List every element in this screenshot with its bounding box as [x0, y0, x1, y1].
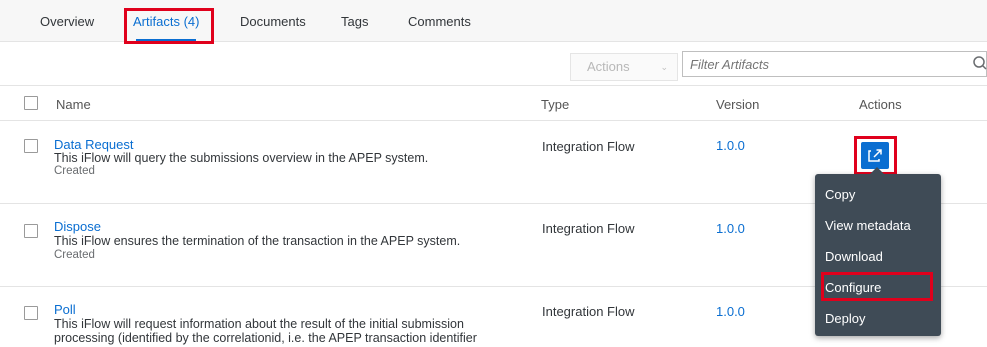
- menu-item-deploy[interactable]: Deploy: [825, 311, 865, 326]
- tab-bar: Overview Artifacts (4) Documents Tags Co…: [0, 0, 987, 42]
- column-header-name[interactable]: Name: [56, 97, 91, 112]
- artifact-version[interactable]: 1.0.0: [716, 221, 745, 236]
- table-header-top-border: [0, 85, 987, 86]
- artifact-type: Integration Flow: [542, 304, 635, 319]
- menu-item-download[interactable]: Download: [825, 249, 883, 264]
- artifact-name-link[interactable]: Dispose: [54, 219, 101, 234]
- tab-overview[interactable]: Overview: [40, 11, 94, 33]
- artifact-status: Created: [54, 249, 95, 261]
- row-actions-menu: Copy View metadata Download Configure De…: [815, 167, 941, 336]
- tab-tags[interactable]: Tags: [341, 11, 368, 33]
- column-header-type[interactable]: Type: [541, 97, 569, 112]
- row-checkbox[interactable]: [24, 306, 38, 320]
- tab-comments[interactable]: Comments: [408, 11, 471, 33]
- chevron-down-icon: ⌄: [660, 62, 668, 72]
- search-icon[interactable]: [972, 54, 987, 74]
- tab-artifacts[interactable]: Artifacts (4): [133, 11, 199, 42]
- menu-item-configure[interactable]: Configure: [825, 280, 881, 295]
- artifact-version[interactable]: 1.0.0: [716, 138, 745, 153]
- table-header-bottom-border: [0, 120, 987, 121]
- actions-dropdown[interactable]: Actions ⌄: [570, 53, 678, 81]
- artifact-description: processing (identified by the correlatio…: [54, 331, 477, 345]
- artifact-type: Integration Flow: [542, 139, 635, 154]
- row-checkbox[interactable]: [24, 139, 38, 153]
- menu-item-copy[interactable]: Copy: [825, 187, 855, 202]
- menu-item-view-metadata[interactable]: View metadata: [825, 218, 911, 233]
- tab-documents[interactable]: Documents: [240, 11, 306, 33]
- artifact-name-link[interactable]: Data Request: [54, 137, 134, 152]
- artifact-type: Integration Flow: [542, 221, 635, 236]
- artifact-description: This iFlow will query the submissions ov…: [54, 151, 429, 165]
- row-checkbox[interactable]: [24, 224, 38, 238]
- artifact-name-link[interactable]: Poll: [54, 302, 76, 317]
- artifact-description: This iFlow ensures the termination of th…: [54, 234, 461, 248]
- column-header-version[interactable]: Version: [716, 97, 759, 112]
- filter-artifacts-input[interactable]: [682, 51, 987, 77]
- artifact-version[interactable]: 1.0.0: [716, 304, 745, 319]
- select-all-checkbox[interactable]: [24, 96, 38, 110]
- artifact-description: This iFlow will request information abou…: [54, 317, 464, 331]
- column-header-actions: Actions: [859, 97, 902, 112]
- external-link-icon: [868, 149, 882, 162]
- actions-dropdown-label: Actions: [587, 59, 630, 74]
- artifact-status: Created: [54, 165, 95, 177]
- row-action-button[interactable]: [861, 142, 889, 169]
